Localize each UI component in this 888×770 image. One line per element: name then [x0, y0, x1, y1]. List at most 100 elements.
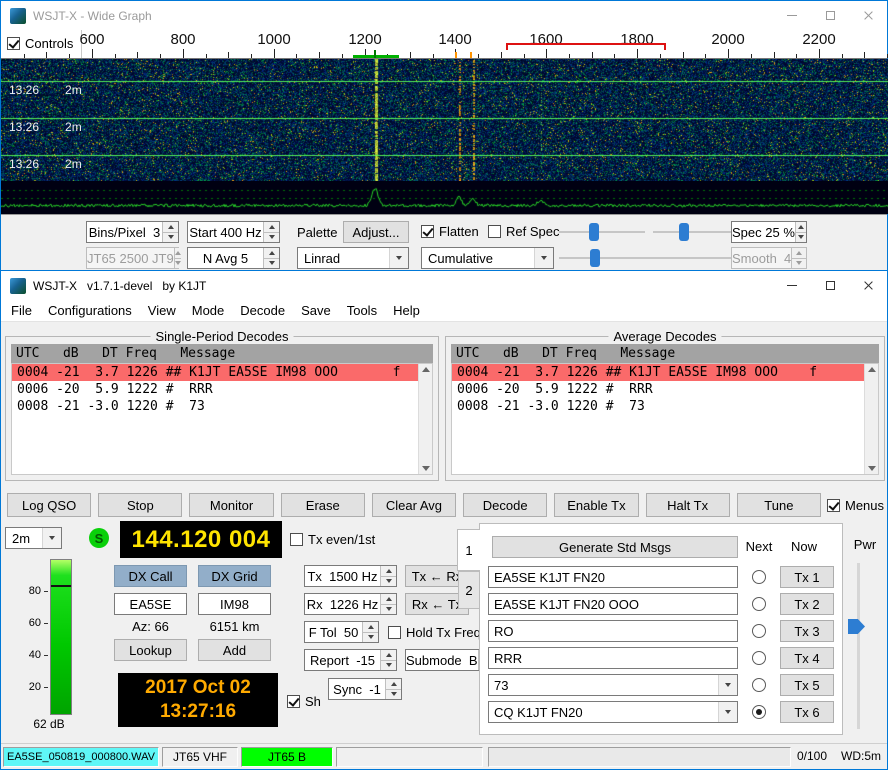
rx-frequency-spinner[interactable]: Rx 1226 Hz [304, 593, 397, 615]
spinner-arrows-icon[interactable] [380, 650, 396, 670]
dx-call-button[interactable]: DX Call [114, 565, 187, 587]
average-decodes-area: 0004 -21 3.7 1226 ## K1JT EA5SE IM98 OOO… [451, 363, 879, 475]
menu-help[interactable]: Help [385, 300, 428, 321]
ref-spec-checkbox[interactable]: Ref Spec [488, 224, 559, 239]
enable-tx-button[interactable]: Enable Tx [554, 493, 638, 517]
tx-4-now-button[interactable]: Tx 4 [780, 647, 834, 669]
tab-1[interactable]: 1 [457, 529, 480, 571]
tx-message-6-combo[interactable]: CQ K1JT FN20 [488, 701, 738, 723]
halt-tx-button[interactable]: Halt Tx [646, 493, 730, 517]
tx-4-next-radio[interactable] [752, 651, 766, 665]
decode-row[interactable]: 0006 -20 5.9 1222 # RRR [12, 381, 432, 398]
contrast-slider[interactable] [559, 249, 739, 267]
tx-5-next-radio[interactable] [752, 678, 766, 692]
sh-checkbox[interactable]: Sh [287, 694, 321, 709]
gain-slider[interactable] [559, 223, 645, 241]
clear-avg-button[interactable]: Clear Avg [372, 493, 456, 517]
scrollbar[interactable] [418, 364, 432, 474]
tx-even-checkbox[interactable]: Tx even/1st [290, 532, 375, 547]
tune-button[interactable]: Tune [737, 493, 821, 517]
n-avg-spinner[interactable]: N Avg 5 [187, 247, 280, 269]
menu-view[interactable]: View [140, 300, 184, 321]
tx-message-5-combo[interactable]: 73 [488, 674, 738, 696]
palette-combo[interactable]: Linrad [297, 247, 409, 269]
add-button[interactable]: Add [198, 639, 271, 661]
start-frequency-spinner[interactable]: Start 400 Hz [187, 221, 280, 243]
pwr-slider[interactable] [857, 563, 860, 729]
maximize-icon[interactable] [811, 271, 849, 300]
display-mode-combo[interactable]: Cumulative [421, 247, 554, 269]
waterfall-canvas[interactable] [1, 59, 888, 181]
dx-grid-input[interactable]: IM98 [198, 593, 271, 615]
pwr-slider-handle[interactable] [848, 619, 865, 634]
tx-2-next-radio[interactable] [752, 597, 766, 611]
decode-row[interactable]: 0006 -20 5.9 1222 # RRR [452, 381, 878, 398]
tx-2-now-button[interactable]: Tx 2 [780, 593, 834, 615]
report-spinner[interactable]: Report -15 [304, 649, 397, 671]
tx-6-next-radio[interactable] [752, 705, 766, 719]
spinner-arrows-icon[interactable] [380, 594, 396, 614]
spinner-arrows-icon[interactable] [162, 222, 178, 242]
generate-std-msgs-button[interactable]: Generate Std Msgs [492, 536, 738, 558]
monitor-button[interactable]: Monitor [189, 493, 273, 517]
close-icon[interactable] [849, 1, 887, 30]
bins-per-pixel-spinner[interactable]: Bins/Pixel 3 [86, 221, 179, 243]
dx-call-input[interactable]: EA5SE [114, 593, 187, 615]
tx-6-now-button[interactable]: Tx 6 [780, 701, 834, 723]
spec-percent-spinner[interactable]: Spec 25 % [731, 221, 807, 243]
menu-save[interactable]: Save [293, 300, 339, 321]
tx-3-next-radio[interactable] [752, 624, 766, 638]
tx-message-4-field[interactable]: RRR [488, 647, 738, 669]
menus-checkbox[interactable]: Menus [827, 498, 884, 513]
sync-spinner[interactable]: Sync -1 [328, 678, 402, 700]
decode-row[interactable]: 0004 -21 3.7 1226 ## K1JT EA5SE IM98 OOO… [12, 364, 432, 381]
spinner-arrows-icon[interactable] [380, 566, 396, 586]
menu-tools[interactable]: Tools [339, 300, 385, 321]
spinner-arrows-icon[interactable] [795, 222, 806, 242]
spinner-arrows-icon[interactable] [362, 622, 378, 642]
f-tol-spinner[interactable]: F Tol 50 [304, 621, 379, 643]
hold-tx-freq-checkbox[interactable]: Hold Tx Freq [388, 625, 481, 640]
spinner-arrows-icon[interactable] [263, 222, 279, 242]
menu-file[interactable]: File [3, 300, 40, 321]
scroll-up-icon[interactable] [868, 367, 876, 372]
minimize-icon[interactable] [773, 1, 811, 30]
submode-spinner[interactable]: Submode B [405, 649, 486, 671]
spinner-arrows-icon[interactable] [263, 248, 279, 268]
scroll-up-icon[interactable] [422, 367, 430, 372]
scroll-down-icon[interactable] [868, 466, 876, 471]
tx-message-1-field[interactable]: EA5SE K1JT FN20 [488, 566, 738, 588]
decode-button[interactable]: Decode [463, 493, 547, 517]
decode-row[interactable]: 0008 -21 -3.0 1220 # 73 [12, 398, 432, 415]
flatten-checkbox[interactable]: Flatten [421, 224, 479, 239]
scroll-down-icon[interactable] [422, 466, 430, 471]
lookup-button[interactable]: Lookup [114, 639, 187, 661]
tx-1-next-radio[interactable] [752, 570, 766, 584]
log-qso-button[interactable]: Log QSO [7, 493, 91, 517]
minimize-icon[interactable] [773, 271, 811, 300]
tx-message-3-field[interactable]: RO [488, 620, 738, 642]
menu-configurations[interactable]: Configurations [40, 300, 140, 321]
tx-3-now-button[interactable]: Tx 3 [780, 620, 834, 642]
tx-frequency-value: Tx 1500 Hz [305, 566, 380, 586]
menu-mode[interactable]: Mode [184, 300, 233, 321]
tab-1-label: 1 [465, 543, 472, 558]
tx-message-2-field[interactable]: EA5SE K1JT FN20 OOO [488, 593, 738, 615]
erase-button[interactable]: Erase [281, 493, 365, 517]
tx-5-now-button[interactable]: Tx 5 [780, 674, 834, 696]
maximize-icon[interactable] [811, 1, 849, 30]
tab-2[interactable]: 2 [458, 571, 480, 609]
stop-button[interactable]: Stop [98, 493, 182, 517]
dx-grid-button[interactable]: DX Grid [198, 565, 271, 587]
close-icon[interactable] [849, 271, 887, 300]
decode-row[interactable]: 0008 -21 -3.0 1220 # 73 [452, 398, 878, 415]
spinner-arrows-icon[interactable] [385, 679, 401, 699]
decode-row[interactable]: 0004 -21 3.7 1226 ## K1JT EA5SE IM98 OOO… [452, 364, 878, 381]
scrollbar[interactable] [864, 364, 878, 474]
tx-frequency-spinner[interactable]: Tx 1500 Hz [304, 565, 397, 587]
tx-1-now-button[interactable]: Tx 1 [780, 566, 834, 588]
zero-slider[interactable] [653, 223, 739, 241]
band-combo[interactable]: 2m [5, 527, 62, 549]
menu-decode[interactable]: Decode [232, 300, 293, 321]
adjust-palette-button[interactable]: Adjust... [343, 221, 409, 243]
